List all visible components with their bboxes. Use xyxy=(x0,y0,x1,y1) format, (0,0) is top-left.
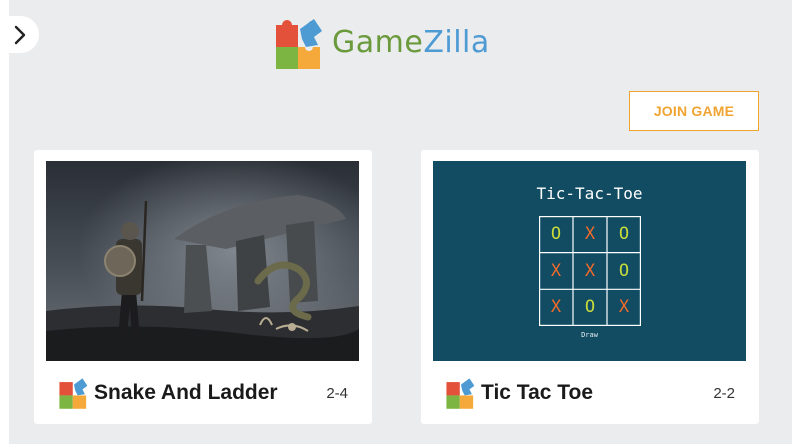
player-count: 2-4 xyxy=(326,384,348,402)
join-game-button[interactable]: JOIN GAME xyxy=(629,91,759,131)
sidebar-toggle-button[interactable] xyxy=(0,16,39,53)
puzzle-pieces-icon xyxy=(59,378,88,409)
preview-board: OXOXXOXOX xyxy=(539,216,641,326)
game-card-tic-tac-toe[interactable]: Tic-Tac-Toe OXOXXOXOX Draw Tic Tac Toe 2… xyxy=(421,150,759,424)
brand-name-game: Game xyxy=(332,25,424,60)
player-count: 2-2 xyxy=(713,384,735,402)
snake-and-ladder-image[interactable] xyxy=(46,161,359,361)
board-cell: X xyxy=(550,297,562,318)
brand-name: GameZilla xyxy=(332,28,490,58)
board-cell: X xyxy=(584,224,596,245)
board-cell: X xyxy=(584,260,596,281)
puzzle-pieces-icon xyxy=(446,378,475,409)
gamezilla-logo[interactable]: GameZilla xyxy=(274,14,490,72)
warrior-snake-artwork xyxy=(46,161,359,361)
board-cell: O xyxy=(618,224,630,245)
board-cell: O xyxy=(550,224,562,245)
game-card-snake-and-ladder[interactable]: Snake And Ladder 2-4 xyxy=(34,150,372,424)
preview-heading: Tic-Tac-Toe xyxy=(536,184,643,203)
sidebar-edge xyxy=(0,0,9,444)
card-footer: Tic Tac Toe 2-2 xyxy=(445,375,735,411)
preview-result-caption: Draw xyxy=(581,331,598,339)
board-cell: O xyxy=(618,260,630,281)
tic-tac-toe-image[interactable]: Tic-Tac-Toe OXOXXOXOX Draw xyxy=(433,161,746,361)
board-cell: X xyxy=(618,297,630,318)
game-title[interactable]: Tic Tac Toe xyxy=(481,381,593,405)
puzzle-pieces-icon xyxy=(276,19,322,69)
board-cell: X xyxy=(550,260,562,281)
board-cell: O xyxy=(584,297,596,318)
chevron-right-icon xyxy=(14,25,25,44)
brand-name-zilla: Zilla xyxy=(423,25,490,60)
game-title[interactable]: Snake And Ladder xyxy=(94,381,278,405)
card-footer: Snake And Ladder 2-4 xyxy=(58,375,348,411)
